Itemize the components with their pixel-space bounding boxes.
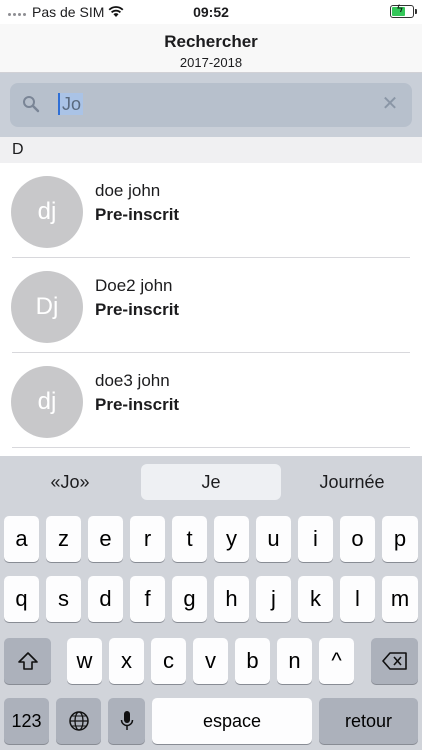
key-j[interactable]: j [256,576,291,622]
row-divider [12,447,410,448]
key-d[interactable]: d [88,576,123,622]
contact-name: doe john [95,181,161,200]
search-input[interactable]: Jo ✕ [10,83,412,127]
key-u[interactable]: u [256,516,291,562]
page-title: Rechercher [164,32,258,51]
key-a[interactable]: a [4,516,39,562]
contact-status: Pre-inscrit [95,300,180,319]
key-o[interactable]: o [340,516,375,562]
navigation-bar: Rechercher 2017-2018 [0,24,422,73]
key-n[interactable]: n [277,638,312,684]
list-item[interactable]: Dj Doe2 john Pre-inscrit [0,258,422,353]
globe-key[interactable] [56,698,101,744]
microphone-key[interactable] [108,698,145,744]
avatar: dj [11,176,83,248]
shift-icon [17,652,38,670]
charging-bolt-icon: ϟ [397,3,403,15]
globe-icon [68,711,89,731]
backspace-key[interactable] [371,638,418,684]
battery-icon: ϟ [390,3,417,18]
key-g[interactable]: g [172,576,207,622]
shift-key[interactable] [4,638,51,684]
key-h[interactable]: h [214,576,249,622]
key-circumflex[interactable]: ^ [319,638,354,684]
list-item[interactable]: dj doe john Pre-inscrit [0,163,422,258]
search-bar: Jo ✕ [0,73,422,137]
clock: 09:52 [193,4,229,20]
key-w[interactable]: w [67,638,102,684]
contact-status: Pre-inscrit [95,395,180,414]
key-r[interactable]: r [130,516,165,562]
key-t[interactable]: t [172,516,207,562]
suggestion-3[interactable]: Journée [282,464,422,500]
keyboard: «Jo» Je Journée a z e r t y u i o p q s … [0,456,422,750]
microphone-icon [120,711,133,730]
suggestion-1[interactable]: «Jo» [0,464,140,500]
key-e[interactable]: e [88,516,123,562]
key-i[interactable]: i [298,516,333,562]
key-s[interactable]: s [46,576,81,622]
key-l[interactable]: l [340,576,375,622]
key-p[interactable]: p [382,516,418,562]
list-item[interactable]: dj doe3 john Pre-inscrit [0,353,422,448]
return-key[interactable]: retour [319,698,418,744]
numbers-key[interactable]: 123 [4,698,49,744]
key-m[interactable]: m [382,576,418,622]
key-x[interactable]: x [109,638,144,684]
key-v[interactable]: v [193,638,228,684]
backspace-icon [381,652,407,670]
avatar: Dj [11,271,83,343]
space-key[interactable]: espace [152,698,312,744]
search-icon [23,96,40,113]
avatar: dj [11,366,83,438]
contact-status: Pre-inscrit [95,205,180,224]
contact-name: Doe2 john [95,276,173,295]
key-y[interactable]: y [214,516,249,562]
key-b[interactable]: b [235,638,270,684]
page-subtitle: 2017-2018 [179,55,243,70]
key-k[interactable]: k [298,576,333,622]
key-z[interactable]: z [46,516,81,562]
key-q[interactable]: q [4,576,39,622]
results-list: dj doe john Pre-inscrit Dj Doe2 john Pre… [0,163,422,448]
search-input-value: Jo [58,93,84,115]
contact-name: doe3 john [95,371,170,390]
key-c[interactable]: c [151,638,186,684]
suggestion-2[interactable]: Je [141,464,281,500]
status-bar: Pas de SIM 09:52 ϟ [0,0,422,24]
key-f[interactable]: f [130,576,165,622]
section-header: D [0,137,422,163]
clear-search-icon[interactable]: ✕ [378,92,402,116]
suggestion-bar: «Jo» Je Journée [0,456,422,508]
